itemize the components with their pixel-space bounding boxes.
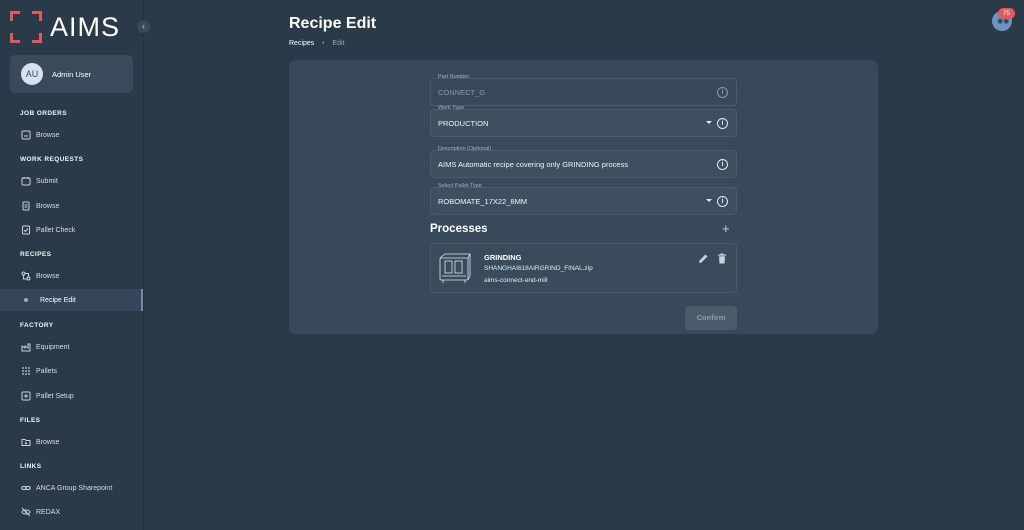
grinding-machine-icon <box>439 253 471 283</box>
pallet-type-label: Select Pallet Type <box>438 183 482 189</box>
part-number-label: Part Number <box>438 74 470 80</box>
sidebar-item-label: Pallet Check <box>36 226 76 234</box>
browse-icon <box>21 130 31 140</box>
processes-heading: Processes <box>430 223 488 235</box>
sidebar-item-label: Pallets <box>36 367 58 375</box>
sidebar-item-recipes-browse[interactable]: Browse <box>0 265 143 287</box>
avatar: AU <box>21 63 43 85</box>
sidebar-item-anca-sharepoint[interactable]: ANCA Group Sharepoint <box>0 477 143 499</box>
sidebar-item-redax[interactable]: REDAX <box>0 501 143 523</box>
breadcrumb-recipes-link[interactable]: Recipes <box>289 40 314 47</box>
recipe-icon <box>21 271 31 281</box>
section-label-job-orders: JOB ORDERS <box>20 110 67 117</box>
sidebar-item-work-requests-browse[interactable]: Browse <box>0 195 143 217</box>
description-label: Description (Optional) <box>438 146 492 152</box>
breadcrumb: Recipes • Edit <box>289 40 344 47</box>
sidebar-item-label: Submit <box>36 177 58 185</box>
description-value: AIMS Automatic recipe covering only GRIN… <box>438 160 629 169</box>
sidebar-item-submit[interactable]: Submit <box>0 170 143 192</box>
page-title: Recipe Edit <box>289 15 377 32</box>
sidebar-item-label: Pallet Setup <box>36 392 74 400</box>
sidebar-item-label: ANCA Group Sharepoint <box>36 484 113 492</box>
recipe-edit-form: Part Number CONNECT_G i Work Type PRODUC… <box>289 60 878 334</box>
info-icon[interactable]: i <box>717 159 728 170</box>
checklist-icon <box>21 225 31 235</box>
process-file: SHANGHAI618AIRGRIND_FINAL.zip <box>484 265 593 272</box>
dropdown-caret-icon[interactable] <box>706 199 712 202</box>
sidebar-item-pallet-check[interactable]: Pallet Check <box>0 219 143 241</box>
delete-trash-icon[interactable] <box>717 253 727 264</box>
breadcrumb-separator-icon: • <box>322 40 325 47</box>
folder-icon <box>21 437 31 447</box>
edit-pencil-icon[interactable] <box>698 253 709 264</box>
process-tool: aims-connect-end-mill <box>484 277 548 284</box>
sidebar-item-job-orders-browse[interactable]: Browse <box>0 124 143 146</box>
add-process-plus-icon[interactable]: + <box>722 221 730 236</box>
description-field[interactable]: Description (Optional) AIMS Automatic re… <box>430 146 737 178</box>
sidebar-item-label: Recipe Edit <box>40 296 76 304</box>
part-number-value: CONNECT_G <box>438 88 486 97</box>
notification-count-badge: 75 <box>998 8 1015 19</box>
section-label-work-requests: WORK REQUESTS <box>20 156 84 163</box>
user-card[interactable]: AU Admin User <box>10 55 133 93</box>
work-type-value: PRODUCTION <box>438 119 489 128</box>
section-label-files: FILES <box>20 417 41 424</box>
sidebar-item-label: Equipment <box>36 343 70 351</box>
sidebar-item-label: Browse <box>36 202 60 210</box>
work-type-label: Work Type <box>438 105 465 111</box>
part-number-field[interactable]: Part Number CONNECT_G i <box>430 74 737 106</box>
dropdown-caret-icon[interactable] <box>706 121 712 124</box>
sidebar-item-label: Browse <box>36 131 60 139</box>
collapse-sidebar-chevron-icon[interactable]: ‹ <box>137 20 150 33</box>
process-name: GRINDING <box>484 253 522 262</box>
app-name: AIMS <box>50 11 121 42</box>
section-label-factory: FACTORY <box>20 322 54 329</box>
pallet-type-value: ROBOMATE_17X22_8MM <box>438 197 528 206</box>
clipboard-icon <box>21 201 31 211</box>
process-card[interactable]: GRINDING SHANGHAI618AIRGRIND_FINAL.zip a… <box>430 243 737 293</box>
sidebar-item-label: Browse <box>36 272 60 280</box>
work-type-select[interactable]: Work Type PRODUCTION i <box>430 105 737 137</box>
factory-icon <box>21 342 31 352</box>
user-name: Admin User <box>52 69 92 79</box>
plus-box-icon <box>21 391 31 401</box>
sidebar-item-files-browse[interactable]: Browse <box>0 431 143 453</box>
section-label-links: LINKS <box>20 463 42 470</box>
sidebar-item-label: REDAX <box>36 508 61 516</box>
submit-icon <box>21 176 31 186</box>
sidebar: AIMS AU Admin User JOB ORDERS Browse WOR… <box>0 0 144 530</box>
sidebar-item-pallet-setup[interactable]: Pallet Setup <box>0 385 143 407</box>
info-icon[interactable]: i <box>717 118 728 129</box>
breadcrumb-current: Edit <box>332 40 345 47</box>
info-icon[interactable]: i <box>717 87 728 98</box>
redax-icon <box>21 507 31 517</box>
section-label-recipes: RECIPES <box>20 251 52 258</box>
pallet-type-select[interactable]: Select Pallet Type ROBOMATE_17X22_8MM i <box>430 183 737 215</box>
confirm-button[interactable]: Confirm <box>685 306 737 330</box>
sidebar-item-pallets[interactable]: Pallets <box>0 360 143 382</box>
sidebar-item-label: Browse <box>36 438 60 446</box>
active-dot-icon <box>24 298 28 302</box>
sidebar-item-recipe-edit[interactable]: Recipe Edit <box>0 289 143 311</box>
grid-icon <box>21 366 31 376</box>
aims-logo-mark-icon <box>10 11 42 43</box>
sidebar-item-equipment[interactable]: Equipment <box>0 336 143 358</box>
aims-logo[interactable]: AIMS <box>10 10 120 44</box>
info-icon[interactable]: i <box>717 196 728 207</box>
link-icon <box>21 483 31 493</box>
